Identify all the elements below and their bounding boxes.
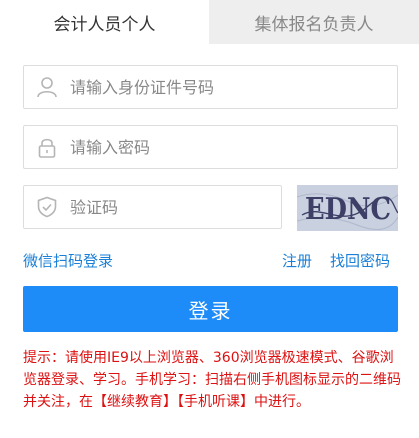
- tip-text: 提示：请使用IE9以上浏览器、360浏览器极速模式、谷歌浏览器登录、学习。手机学…: [23, 350, 401, 410]
- password-field: [23, 125, 398, 169]
- user-icon: [24, 66, 70, 108]
- username-field: [23, 65, 398, 109]
- captcha-field: [23, 185, 282, 229]
- register-link[interactable]: 注册: [282, 250, 312, 271]
- password-input[interactable]: [70, 127, 397, 167]
- login-panel: 会计人员个人 集体报名负责人 请输入身份证件号码 验证码 EDNC 微信扫码登录…: [0, 0, 419, 438]
- login-button[interactable]: 登录: [23, 286, 398, 332]
- forgot-password-link[interactable]: 找回密码: [330, 250, 390, 271]
- tab-personal[interactable]: 会计人员个人: [0, 0, 209, 44]
- captcha-text: EDNC: [305, 192, 391, 227]
- links-row: 微信扫码登录 注册 找回密码: [23, 250, 398, 272]
- shield-icon: [24, 186, 70, 228]
- tab-group-leader[interactable]: 集体报名负责人: [209, 0, 419, 44]
- wechat-login-link[interactable]: 微信扫码登录: [23, 250, 113, 271]
- login-tabs: 会计人员个人 集体报名负责人: [0, 0, 419, 44]
- id-number-input[interactable]: [70, 67, 397, 107]
- captcha-input[interactable]: [70, 187, 281, 227]
- lock-icon: [24, 126, 70, 168]
- captcha-image[interactable]: EDNC: [297, 185, 398, 231]
